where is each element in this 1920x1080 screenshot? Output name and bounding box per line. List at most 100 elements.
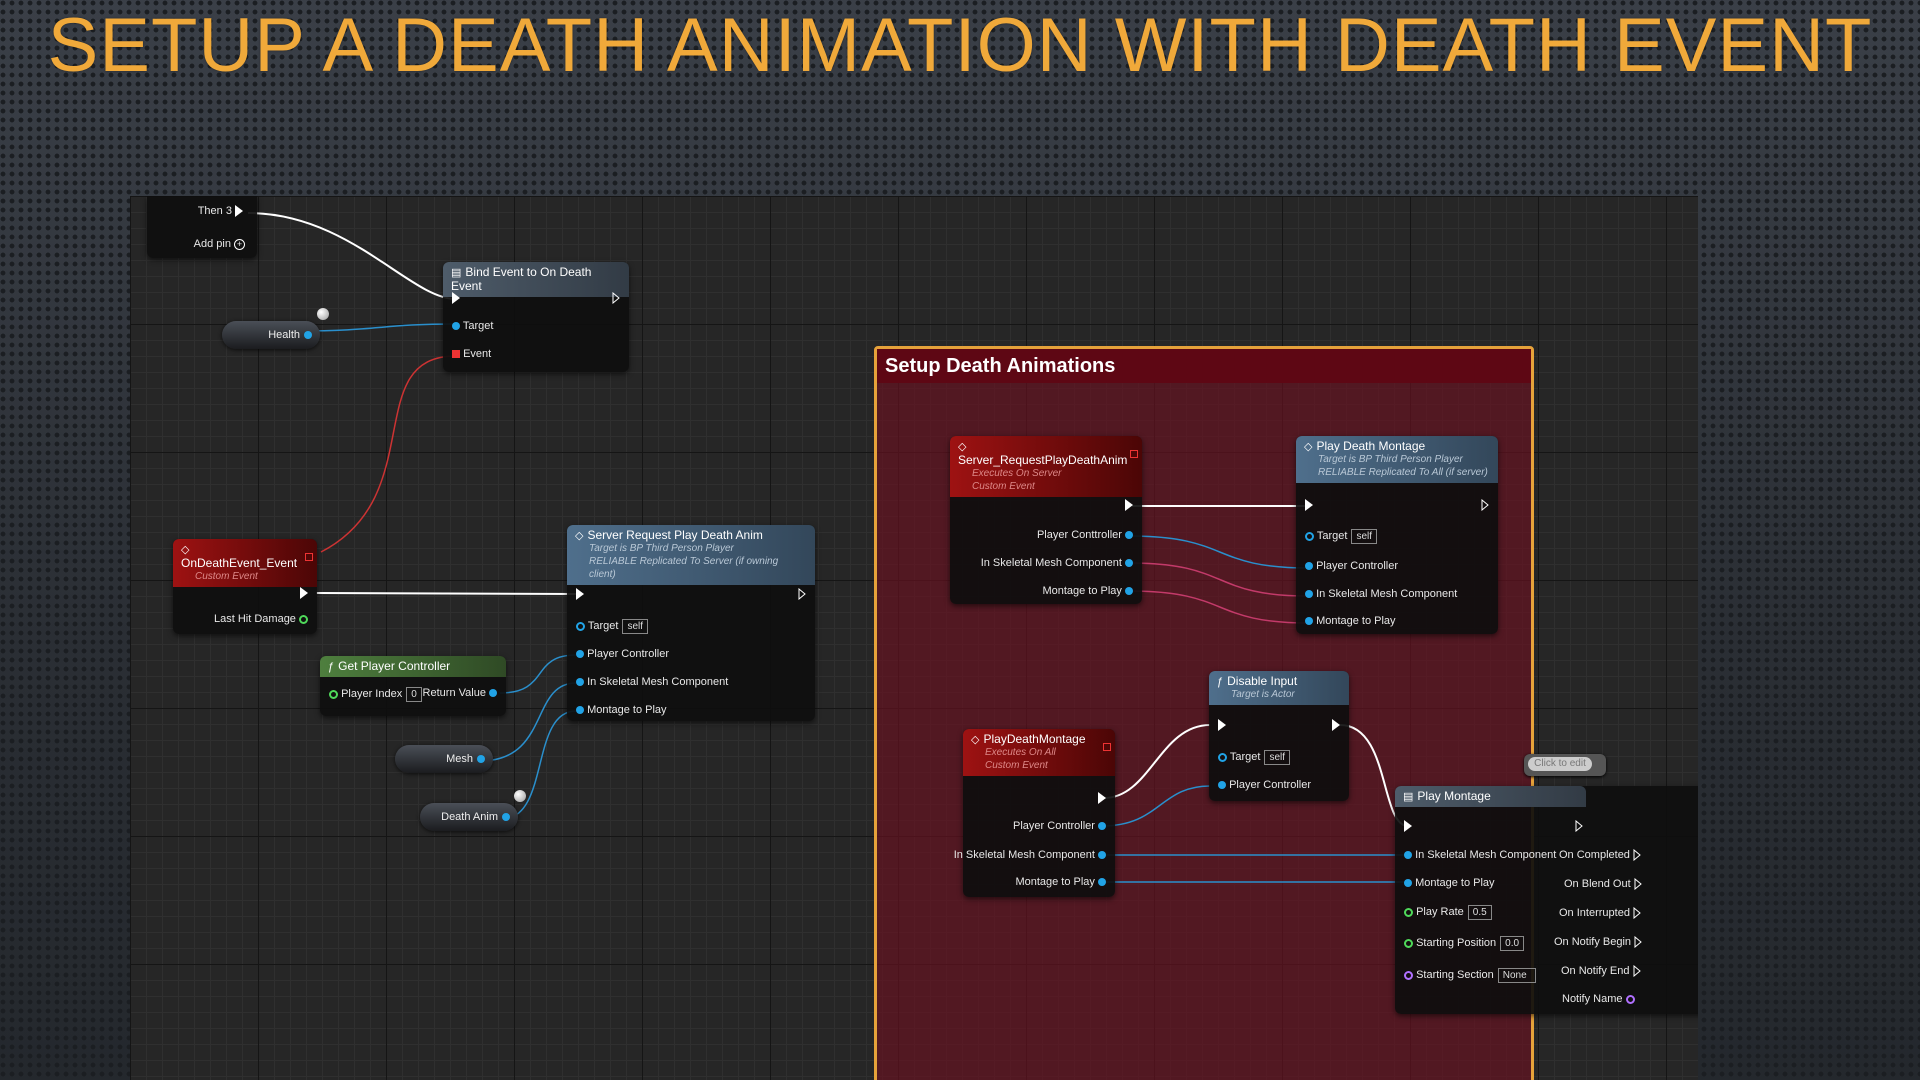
health-variable[interactable]: Health — [222, 321, 320, 349]
add-pin-button[interactable]: Add pin + — [194, 238, 245, 250]
pdm-target-pin[interactable] — [1305, 531, 1314, 541]
pm-on-blend-out-pin[interactable] — [1634, 878, 1642, 891]
pm-on-notify-begin-pin[interactable] — [1634, 936, 1642, 949]
bind-exec-out-pin[interactable] — [612, 292, 620, 305]
pdm-mesh-label: In Skeletal Mesh Component — [1316, 588, 1458, 600]
data-wire-anim-to-montage — [501, 710, 577, 820]
exec-wire-then-to-bind — [247, 212, 457, 300]
health-pin[interactable] — [304, 331, 312, 339]
pdm-montage-pin[interactable] — [1305, 617, 1313, 626]
mc-pc-pin[interactable] — [1098, 822, 1106, 831]
sequence-node[interactable]: Then 3 Add pin + — [147, 196, 257, 258]
pm-mesh-pin[interactable] — [1404, 851, 1412, 860]
play-montage-node[interactable]: ▤ Play Montage In Skeletal Mesh Component… — [1395, 786, 1698, 1014]
mc-header: ◇ PlayDeathMontage Executes On All Custom E… — [963, 729, 1115, 776]
player-index-field[interactable]: 0 — [406, 687, 422, 702]
delegate-pin[interactable] — [1103, 743, 1111, 751]
get-pc-header: ƒ Get Player Controller — [320, 656, 506, 677]
pm-play-rate-field[interactable]: 0.5 — [1467, 905, 1492, 920]
death-anim-label: Death Anim — [441, 811, 498, 823]
bind-target-pin[interactable] — [452, 322, 460, 331]
pm-on-interrupted-pin[interactable] — [1633, 907, 1641, 920]
pm-start-pos-field[interactable]: 0.0 — [1500, 936, 1525, 951]
mc-mesh-label: In Skeletal Mesh Component — [953, 849, 1095, 861]
disable-input-node[interactable]: ƒ Disable Input Target is Actor Target self… — [1209, 671, 1349, 801]
player-index-pin[interactable] — [329, 689, 338, 699]
on-death-event-title: OnDeathEvent_Event — [181, 556, 298, 570]
mesh-variable[interactable]: Mesh — [395, 745, 493, 773]
on-death-exec-out-pin[interactable] — [300, 587, 308, 600]
sr-montage-pin[interactable] — [576, 706, 584, 715]
bind-event-pin[interactable] — [452, 350, 460, 359]
di-target-field[interactable]: self — [1264, 750, 1290, 765]
se-pc-pin[interactable] — [1125, 531, 1133, 540]
mc-sub2: Custom Event — [985, 760, 1048, 771]
mesh-pin[interactable] — [477, 755, 485, 763]
server-request-exec-out[interactable] — [798, 588, 806, 601]
pm-start-section-pin[interactable] — [1404, 970, 1413, 980]
sr-target-pin[interactable] — [576, 621, 585, 631]
last-hit-pin[interactable] — [299, 614, 308, 624]
se-montage-pin[interactable] — [1125, 587, 1133, 596]
di-exec-in[interactable] — [1218, 719, 1226, 732]
return-value-pin[interactable] — [489, 689, 497, 698]
pm-exec-out[interactable] — [1575, 820, 1583, 833]
pdm-target-field[interactable]: self — [1351, 529, 1377, 544]
pm-on-blend-out-label: On Blend Out — [1564, 878, 1631, 890]
pm-on-completed-label: On Completed — [1559, 849, 1630, 861]
then-3-exec-pin[interactable] — [235, 205, 243, 218]
server-request-exec-in[interactable] — [576, 588, 584, 601]
server-event-exec-out[interactable] — [1125, 499, 1133, 512]
se-mesh-label: In Skeletal Mesh Component — [980, 557, 1122, 569]
pm-exec-in[interactable] — [1404, 820, 1412, 833]
exec-wire-ondeath-to-server-request — [315, 592, 577, 595]
mc-mesh-pin[interactable] — [1098, 851, 1106, 860]
player-index-label: Player Index — [341, 688, 403, 700]
se-mesh-pin[interactable] — [1125, 559, 1133, 568]
pdm-montage-label: Montage to Play — [1316, 615, 1396, 627]
server-event-node[interactable]: ◇Server_RequestPlayDeathAnim Executes On … — [950, 436, 1142, 604]
function-icon: ƒ — [1217, 676, 1224, 688]
di-target-pin[interactable] — [1218, 752, 1227, 762]
sr-mesh-pin[interactable] — [576, 678, 584, 687]
pm-montage-pin[interactable] — [1404, 879, 1412, 888]
mc-exec-out[interactable] — [1098, 792, 1106, 805]
pdm-exec-in[interactable] — [1305, 499, 1313, 512]
disable-input-sub1: Target is Actor — [1231, 689, 1295, 700]
on-death-event-node[interactable]: ◇OnDeathEvent_Event Custom Event Last Hit… — [173, 539, 317, 634]
pdm-pc-pin[interactable] — [1305, 562, 1313, 571]
di-pc-pin[interactable] — [1218, 781, 1226, 790]
pm-notify-name-pin[interactable] — [1625, 994, 1635, 1004]
pm-on-completed-pin[interactable] — [1633, 849, 1641, 862]
death-anim-pin[interactable] — [502, 813, 510, 821]
death-anim-variable[interactable]: Death Anim — [420, 803, 518, 831]
pm-start-section-label: Starting Section — [1416, 969, 1494, 981]
play-montage-header: ▤ Play Montage — [1395, 786, 1586, 807]
sr-mesh-label: In Skeletal Mesh Component — [587, 676, 729, 688]
bind-exec-in-pin[interactable] — [452, 292, 460, 305]
pm-on-interrupted-label: On Interrupted — [1559, 907, 1630, 919]
pdm-mesh-pin[interactable] — [1305, 590, 1313, 599]
di-exec-out[interactable] — [1332, 719, 1340, 732]
play-death-montage-call-node[interactable]: ◇ Play Death Montage Target is BP Third Pe… — [1296, 436, 1498, 634]
sr-pc-pin[interactable] — [576, 650, 584, 659]
pm-start-pos-pin[interactable] — [1404, 938, 1413, 948]
server-event-title: Server_RequestPlayDeathAnim — [958, 453, 1128, 467]
mc-title: PlayDeathMontage — [983, 732, 1086, 746]
pm-start-section-field[interactable]: None — [1497, 968, 1536, 983]
multicast-event-node[interactable]: ◇ PlayDeathMontage Executes On All Custom E… — [954, 729, 1115, 897]
get-player-controller-node[interactable]: ƒ Get Player Controller Player Index 0 Ret… — [320, 656, 506, 716]
server-request-node[interactable]: ◇ Server Request Play Death Anim Target is… — [567, 525, 815, 721]
pm-play-rate-pin[interactable] — [1404, 907, 1413, 917]
delegate-pin[interactable] — [305, 553, 313, 561]
delegate-pin[interactable] — [1130, 450, 1138, 458]
blueprint-graph[interactable]: Setup Death Animations Then 3 Add pin + — [130, 196, 1698, 1080]
sr-target-field[interactable]: self — [622, 619, 648, 634]
pm-on-notify-end-pin[interactable] — [1633, 965, 1641, 978]
bind-event-node[interactable]: ▤ Bind Event to On Death Event Target Eve… — [443, 262, 629, 372]
pdm-exec-out[interactable] — [1481, 499, 1489, 512]
mc-pc-label: Player Controller — [1013, 820, 1095, 832]
click-to-edit-bubble[interactable]: Click to edit — [1524, 754, 1606, 776]
pm-on-notify-end-label: On Notify End — [1561, 965, 1630, 977]
mc-montage-pin[interactable] — [1098, 878, 1106, 887]
